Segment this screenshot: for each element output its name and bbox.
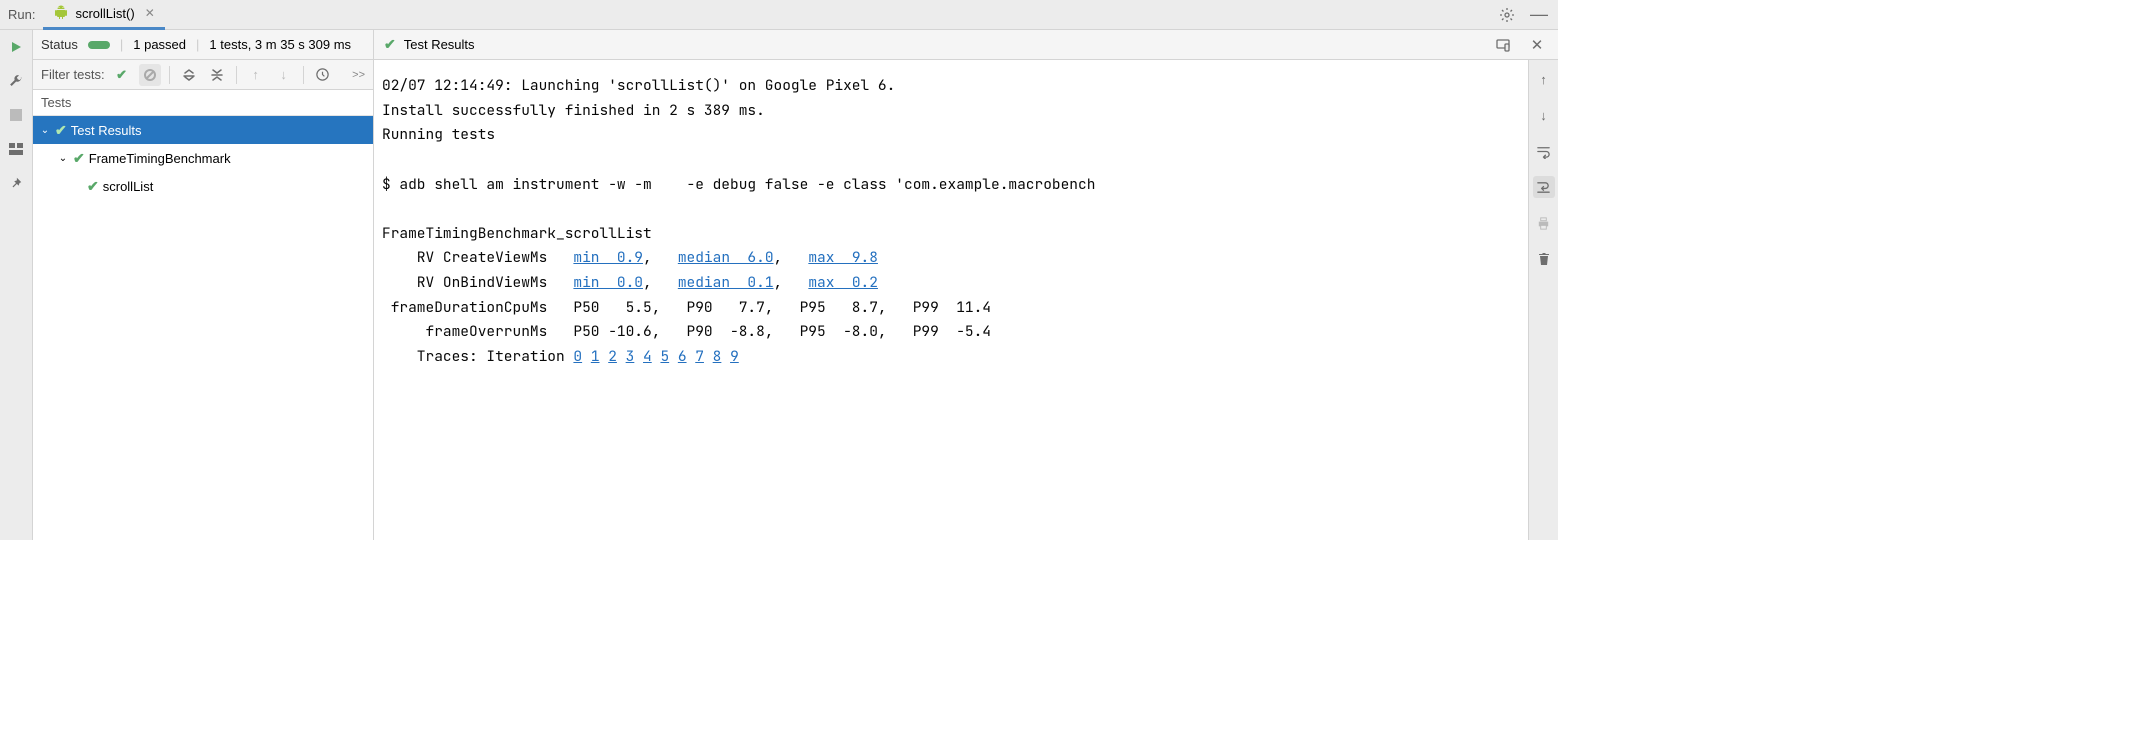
trace-link[interactable]: 5 (660, 347, 669, 366)
console-output[interactable]: 02/07 12:14:49: Launching 'scrollList()'… (374, 60, 1528, 540)
close-panel-icon[interactable]: ✕ (1526, 34, 1548, 56)
metric-link[interactable]: min 0.0 (573, 273, 643, 292)
device-icon[interactable] (1492, 34, 1514, 56)
test-panel: Status | 1 passed | 1 tests, 3 m 35 s 30… (33, 30, 374, 540)
layout-icon[interactable] (5, 138, 27, 160)
scroll-down-icon[interactable]: ↓ (1533, 104, 1555, 126)
chevron-down-icon: ⌄ (39, 125, 51, 136)
show-passed-icon[interactable]: ✔ (111, 64, 133, 86)
show-ignored-icon[interactable] (139, 64, 161, 86)
tree-root[interactable]: ⌄ ✔ Test Results (33, 116, 373, 144)
more-icon[interactable]: >> (352, 69, 365, 81)
metric-link[interactable]: min 0.9 (573, 248, 643, 267)
results-panel: ✔ Test Results ✕ 02/07 12:14:49: Launchi… (374, 30, 1558, 540)
metric-link[interactable]: median 0.1 (678, 273, 774, 292)
title-bar: Run: scrollList() ✕ — (0, 0, 1558, 30)
trace-link[interactable]: 4 (643, 347, 652, 366)
console-toolbar: ↑ ↓ (1528, 60, 1558, 540)
metric-link[interactable]: max 0.2 (808, 273, 878, 292)
metric-link[interactable]: max 9.8 (808, 248, 878, 267)
tree-root-label: Test Results (71, 123, 142, 138)
pin-icon[interactable] (5, 172, 27, 194)
results-header: ✔ Test Results ✕ (374, 30, 1558, 60)
trace-link[interactable]: 7 (695, 347, 704, 366)
prev-failed-icon[interactable]: ↑ (245, 64, 267, 86)
chevron-down-icon: ⌄ (57, 153, 69, 164)
status-label: Status (41, 37, 78, 52)
filter-row: Filter tests: ✔ ↑ ↓ >> (33, 60, 373, 90)
close-tab-icon[interactable]: ✕ (145, 6, 155, 20)
test-tree[interactable]: ⌄ ✔ Test Results ⌄ ✔ FrameTimingBenchmar… (33, 116, 373, 540)
history-icon[interactable] (312, 64, 334, 86)
wrench-icon[interactable] (5, 70, 27, 92)
test-summary: 1 tests, 3 m 35 s 309 ms (209, 37, 351, 52)
tree-class-label: FrameTimingBenchmark (89, 151, 231, 166)
status-pill-icon (88, 41, 110, 49)
expand-all-icon[interactable] (178, 64, 200, 86)
minimize-icon[interactable]: — (1528, 4, 1550, 26)
check-icon: ✔ (87, 178, 99, 195)
tests-header: Tests (33, 90, 373, 116)
status-row: Status | 1 passed | 1 tests, 3 m 35 s 30… (33, 30, 373, 60)
next-failed-icon[interactable]: ↓ (273, 64, 295, 86)
check-icon: ✔ (73, 150, 85, 167)
scroll-up-icon[interactable]: ↑ (1533, 68, 1555, 90)
rerun-icon[interactable] (5, 36, 27, 58)
passed-count: 1 passed (133, 37, 186, 52)
tab-label: scrollList() (75, 6, 134, 21)
run-config-tab[interactable]: scrollList() ✕ (43, 0, 164, 30)
collapse-all-icon[interactable] (206, 64, 228, 86)
delete-icon[interactable] (1533, 248, 1555, 270)
results-title: Test Results (404, 37, 475, 52)
settings-icon[interactable] (1496, 4, 1518, 26)
trace-link[interactable]: 2 (608, 347, 617, 366)
metric-link[interactable]: median 6.0 (678, 248, 774, 267)
trace-link[interactable]: 0 (573, 347, 582, 366)
trace-link[interactable]: 1 (591, 347, 600, 366)
trace-link[interactable]: 3 (626, 347, 635, 366)
left-toolbar (0, 30, 33, 540)
check-icon: ✔ (55, 122, 67, 139)
filter-label: Filter tests: (41, 67, 105, 82)
tree-class[interactable]: ⌄ ✔ FrameTimingBenchmark (33, 144, 373, 172)
check-icon: ✔ (384, 36, 396, 53)
scroll-to-end-icon[interactable] (1533, 176, 1555, 198)
trace-link[interactable]: 8 (713, 347, 722, 366)
soft-wrap-icon[interactable] (1533, 140, 1555, 162)
print-icon[interactable] (1533, 212, 1555, 234)
trace-link[interactable]: 9 (730, 347, 739, 366)
trace-link[interactable]: 6 (678, 347, 687, 366)
tree-test-label: scrollList (103, 179, 154, 194)
stop-icon[interactable] (5, 104, 27, 126)
android-icon (53, 4, 69, 23)
run-label: Run: (8, 7, 35, 22)
tree-test[interactable]: ✔ scrollList (33, 172, 373, 200)
